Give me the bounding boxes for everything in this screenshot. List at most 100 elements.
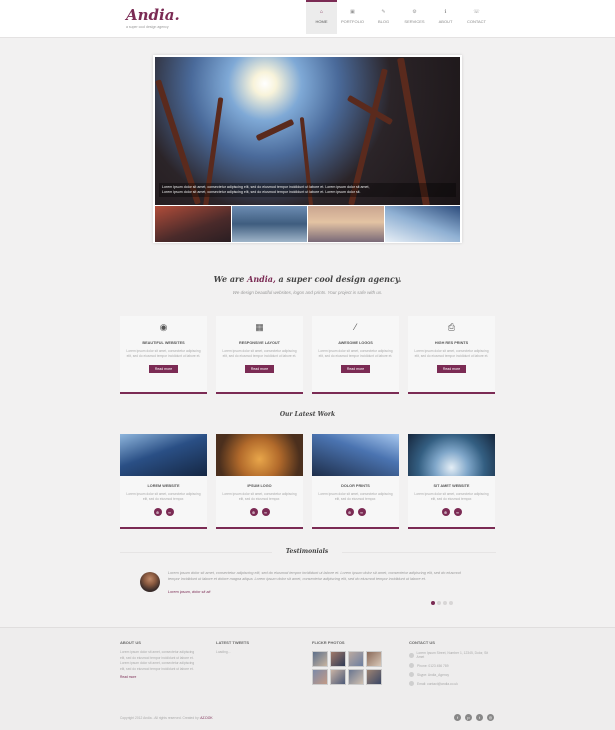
intro-heading: We are Andia, a super cool design agency… [0, 274, 615, 284]
flickr-photo[interactable] [348, 669, 364, 685]
latest-work-heading: Our Latest Work [279, 411, 336, 418]
testimonial-pager [431, 601, 453, 605]
slider-thumbnail[interactable] [308, 206, 384, 242]
social-links: f p t ◎ [454, 714, 494, 721]
portfolio-text: Lorem ipsum dolor sit amet, consectetur … [126, 492, 201, 501]
flickr-photo[interactable] [366, 669, 382, 685]
nav-label: HOME [315, 19, 328, 24]
nav-home[interactable]: ⌂ HOME [306, 0, 337, 34]
feature-title: HIGH RES PRINTS [434, 341, 469, 345]
zoom-icon[interactable]: ⊕ [345, 508, 354, 516]
portfolio-card: IPSUM LOGO Lorem ipsum dolor sit amet, c… [216, 434, 303, 529]
contact-email: Email: contact@andia.co.uk [409, 681, 489, 686]
site-logo[interactable]: Andia. [126, 6, 180, 24]
footer-tweets: LATEST TWEETS Loading... [216, 640, 294, 656]
feature-title: AWESOME LOGOS [338, 341, 373, 345]
slider-thumbnail[interactable] [231, 206, 307, 242]
portfolio-image[interactable] [216, 434, 303, 476]
contact-phone: Phone: 0123 456 789 [409, 663, 489, 668]
feature-text: Lorem ipsum dolor sit amet, consectetur … [126, 349, 201, 358]
link-icon[interactable]: ∞ [165, 508, 174, 516]
read-more-button[interactable]: Read more [148, 365, 179, 373]
flickr-photo[interactable] [312, 669, 328, 685]
nav-blog[interactable]: ✎ BLOG [368, 0, 399, 34]
magic-wand-icon: ⁄ [354, 322, 357, 332]
contact-text: Skype: Andia_Agency [417, 672, 450, 677]
nav-about[interactable]: ℹ ABOUT [430, 0, 461, 34]
skype-icon [409, 672, 414, 677]
footer-heading: ABOUT US [120, 640, 141, 645]
mail-icon [409, 681, 414, 686]
flickr-photo[interactable] [330, 651, 346, 667]
slider-thumbnail[interactable] [384, 206, 460, 242]
slider-thumbnail[interactable] [155, 206, 231, 242]
feature-card: ⁄ AWESOME LOGOS Lorem ipsum dolor sit am… [312, 316, 399, 394]
pager-dot[interactable] [443, 601, 447, 605]
dribbble-icon[interactable]: ◎ [487, 714, 494, 721]
pager-dot[interactable] [449, 601, 453, 605]
eye-icon: ◉ [159, 322, 168, 332]
read-more-button[interactable]: Read more [340, 365, 371, 373]
footer-flickr: FLICKR PHOTOS [312, 640, 382, 685]
slider-thumbnails [155, 206, 460, 242]
flickr-photo[interactable] [312, 651, 328, 667]
slider-caption: Lorem ipsum dolor sit amet, consectetur … [159, 183, 456, 197]
feature-card: ◉ BEAUTIFUL WEBSITES Lorem ipsum dolor s… [120, 316, 207, 394]
nav-label: PORTFOLIO [340, 19, 365, 24]
link-icon[interactable]: ∞ [357, 508, 366, 516]
nav-label: ABOUT [438, 19, 453, 24]
nav-label: BLOG [377, 19, 390, 24]
link-icon[interactable]: ∞ [261, 508, 270, 516]
flickr-photo[interactable] [366, 651, 382, 667]
read-more-link[interactable]: Read more [120, 675, 198, 679]
portfolio-title[interactable]: SIT AMET WEBSITE [434, 484, 470, 488]
pinterest-icon[interactable]: p [465, 714, 472, 721]
portfolio-card: DOLOR PRINTS Lorem ipsum dolor sit amet,… [312, 434, 399, 529]
footer-heading: FLICKR PHOTOS [312, 640, 345, 645]
portfolio-image[interactable] [312, 434, 399, 476]
link-icon[interactable]: ∞ [453, 508, 462, 516]
portfolio-title[interactable]: DOLOR PRINTS [341, 484, 370, 488]
feature-card: ⎙ HIGH RES PRINTS Lorem ipsum dolor sit … [408, 316, 495, 394]
zoom-icon[interactable]: ⊕ [153, 508, 162, 516]
read-more-button[interactable]: Read more [436, 365, 467, 373]
feature-card: ▦ RESPONSIVE LAYOUT Lorem ipsum dolor si… [216, 316, 303, 394]
testimonial-text: Lorem ipsum dolor sit amet, consectetur … [168, 571, 461, 581]
contact-text[interactable]: Email: contact@andia.co.uk [417, 682, 458, 686]
flickr-photo[interactable] [330, 669, 346, 685]
features-row: ◉ BEAUTIFUL WEBSITES Lorem ipsum dolor s… [120, 316, 496, 394]
zoom-icon[interactable]: ⊕ [441, 508, 450, 516]
contact-address: Lorem Ipsum Street, Number 1, 12345, Dol… [409, 651, 489, 659]
contact-skype: Skype: Andia_Agency [409, 672, 489, 677]
footer-contact: CONTACT US Lorem Ipsum Street, Number 1,… [409, 640, 489, 686]
read-more-button[interactable]: Read more [244, 365, 275, 373]
slider-main-image[interactable]: Lorem ipsum dolor sit amet, consectetur … [155, 57, 460, 205]
pager-dot[interactable] [431, 601, 435, 605]
portfolio-title[interactable]: LOREM WEBSITE [147, 484, 179, 488]
flickr-grid [312, 651, 382, 685]
caption-line: Lorem ipsum dolor sit amet, consectetur … [162, 190, 361, 194]
home-icon: ⌂ [319, 9, 324, 15]
phone-icon: ☏ [473, 9, 480, 15]
nav-contact[interactable]: ☏ CONTACT [461, 0, 492, 34]
contact-text: Lorem Ipsum Street, Number 1, 12345, Dol… [416, 651, 488, 659]
footer-heading: CONTACT US [409, 640, 435, 645]
nav-portfolio[interactable]: ▣ PORTFOLIO [337, 0, 368, 34]
flickr-photo[interactable] [348, 651, 364, 667]
intro-brand: Andia, [247, 274, 276, 284]
twitter-icon[interactable]: t [476, 714, 483, 721]
portfolio-image[interactable] [408, 434, 495, 476]
portfolio-image[interactable] [120, 434, 207, 476]
briefcase-icon: ▣ [350, 9, 355, 15]
testimonial-author: Lorem ipsum, dolor sit ait [168, 590, 211, 594]
copyright-brand[interactable]: AZ.DOK [200, 716, 212, 720]
zoom-icon[interactable]: ⊕ [249, 508, 258, 516]
pager-dot[interactable] [437, 601, 441, 605]
facebook-icon[interactable]: f [454, 714, 461, 721]
feature-text: Lorem ipsum dolor sit amet, consectetur … [222, 349, 297, 358]
printer-icon: ⎙ [447, 322, 456, 332]
avatar [140, 572, 160, 592]
nav-services[interactable]: ⚙ SERVICES [399, 0, 430, 34]
portfolio-title[interactable]: IPSUM LOGO [247, 484, 271, 488]
intro-suffix: a super cool design agency. [278, 274, 402, 284]
